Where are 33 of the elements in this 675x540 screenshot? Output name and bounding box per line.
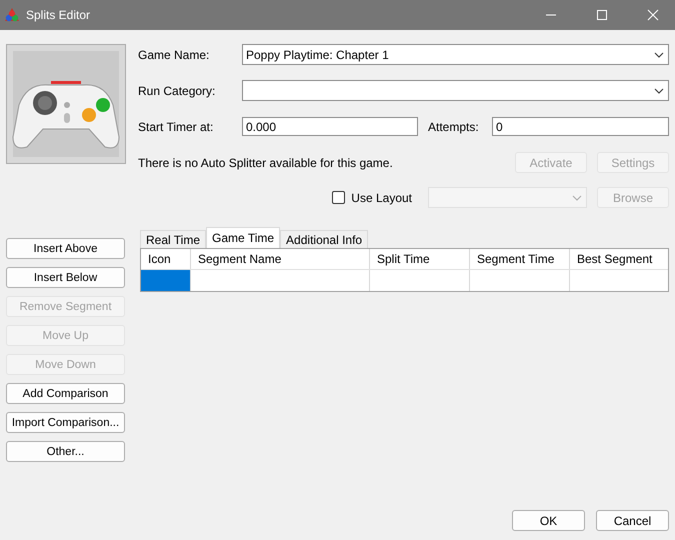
window-title: Splits Editor bbox=[26, 8, 90, 22]
column-header: Icon bbox=[141, 249, 191, 269]
side-button[interactable]: Insert Below bbox=[6, 267, 125, 288]
dialog-button[interactable]: OK bbox=[512, 510, 585, 531]
dialog-button[interactable]: Cancel bbox=[596, 510, 669, 531]
field-label: Start Timer at: bbox=[138, 120, 214, 134]
side-button[interactable]: Add Comparison bbox=[6, 383, 125, 404]
tab[interactable]: Real Time bbox=[140, 230, 206, 248]
auto-splitter-message: There is no Auto Splitter available for this game. bbox=[138, 156, 393, 170]
use-layout-checkbox[interactable]: Use Layout bbox=[332, 190, 412, 204]
game-name-dropdown[interactable]: Poppy Playtime: Chapter 1 bbox=[242, 44, 669, 65]
field-label: Game Name: bbox=[138, 48, 210, 62]
start-timer-field[interactable]: 0.000 bbox=[242, 117, 418, 136]
maximize-icon[interactable] bbox=[596, 9, 608, 21]
chevron-icon bbox=[572, 194, 582, 200]
column-header: Best Segment bbox=[576, 251, 654, 268]
close-icon[interactable] bbox=[647, 9, 659, 21]
app-logo-icon bbox=[4, 7, 20, 23]
column-header: Segment Name bbox=[191, 249, 370, 269]
run-category-dropdown[interactable] bbox=[242, 80, 669, 101]
column-header: Split Time bbox=[370, 249, 470, 269]
side-button[interactable]: Insert Above bbox=[6, 238, 125, 259]
attempts-field[interactable]: 0 bbox=[492, 117, 669, 136]
field-label: Run Category: bbox=[138, 84, 216, 98]
chevron-icon bbox=[654, 88, 664, 94]
field-label: Attempts: bbox=[428, 120, 480, 134]
chevron-icon bbox=[654, 52, 664, 58]
table-cell[interactable] bbox=[141, 270, 191, 291]
tab[interactable]: Additional Info bbox=[280, 230, 368, 248]
side-button[interactable]: Import Comparison... bbox=[6, 412, 125, 433]
column-header: Segment Time bbox=[470, 249, 570, 269]
side-button[interactable]: Other... bbox=[6, 441, 125, 462]
tab[interactable]: Game Time bbox=[206, 227, 280, 248]
